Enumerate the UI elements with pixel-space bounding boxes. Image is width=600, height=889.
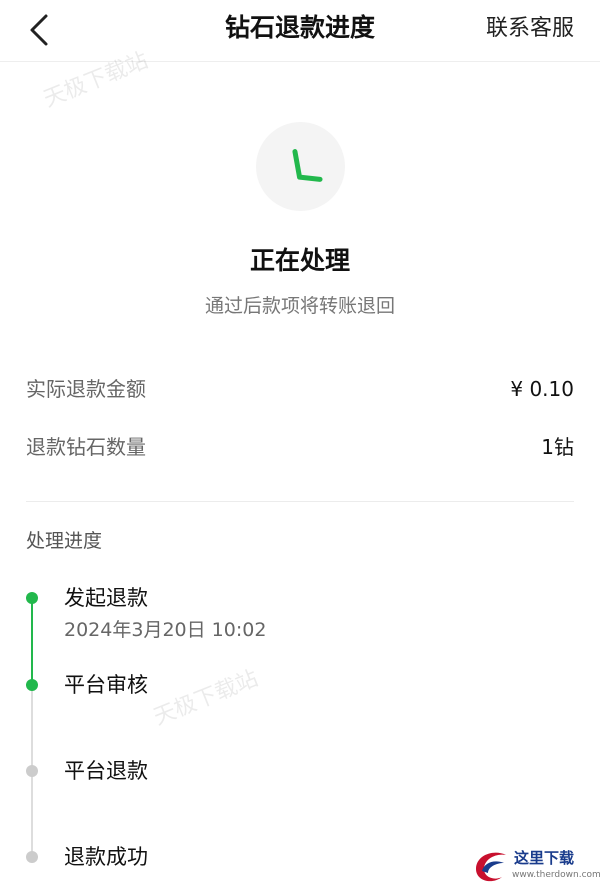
timeline-dot-pending	[26, 765, 38, 777]
refund-amount-label: 实际退款金额	[26, 377, 146, 401]
logo-swoosh-icon	[476, 852, 506, 882]
logo-text: 这里下载	[514, 849, 575, 867]
timeline-line-done	[31, 598, 33, 685]
status-title: 正在处理	[249, 246, 350, 275]
clock-icon	[256, 122, 345, 211]
nav-bar: 钻石退款进度 联系客服	[0, 0, 600, 62]
step-title: 发起退款	[64, 586, 148, 610]
diamond-count-label: 退款钻石数量	[26, 435, 146, 459]
progress-section-title: 处理进度	[26, 530, 103, 552]
refund-amount-row: 实际退款金额 ¥ 0.10	[26, 374, 574, 404]
timeline-dot-pending	[26, 851, 38, 863]
contact-service-button[interactable]: 联系客服	[486, 14, 574, 44]
step-title: 退款成功	[64, 845, 148, 869]
logo-url: www.therdown.com	[512, 870, 600, 880]
status-subtitle: 通过后款项将转账退回	[204, 295, 395, 317]
step-title: 平台审核	[64, 673, 148, 697]
divider	[26, 501, 574, 502]
diamond-count-row: 退款钻石数量 1钻	[26, 432, 574, 462]
diamond-count-value: 1钻	[541, 435, 574, 459]
refund-amount-value: ¥ 0.10	[510, 377, 574, 401]
site-logo: 这里下载 www.therdown.com	[470, 845, 600, 885]
step-title: 平台退款	[64, 759, 148, 783]
timeline-dot-done	[26, 592, 38, 604]
watermark: 天极下载站	[150, 666, 262, 731]
step-time: 2024年3月20日 10:02	[64, 619, 267, 641]
timeline-dot-done	[26, 679, 38, 691]
